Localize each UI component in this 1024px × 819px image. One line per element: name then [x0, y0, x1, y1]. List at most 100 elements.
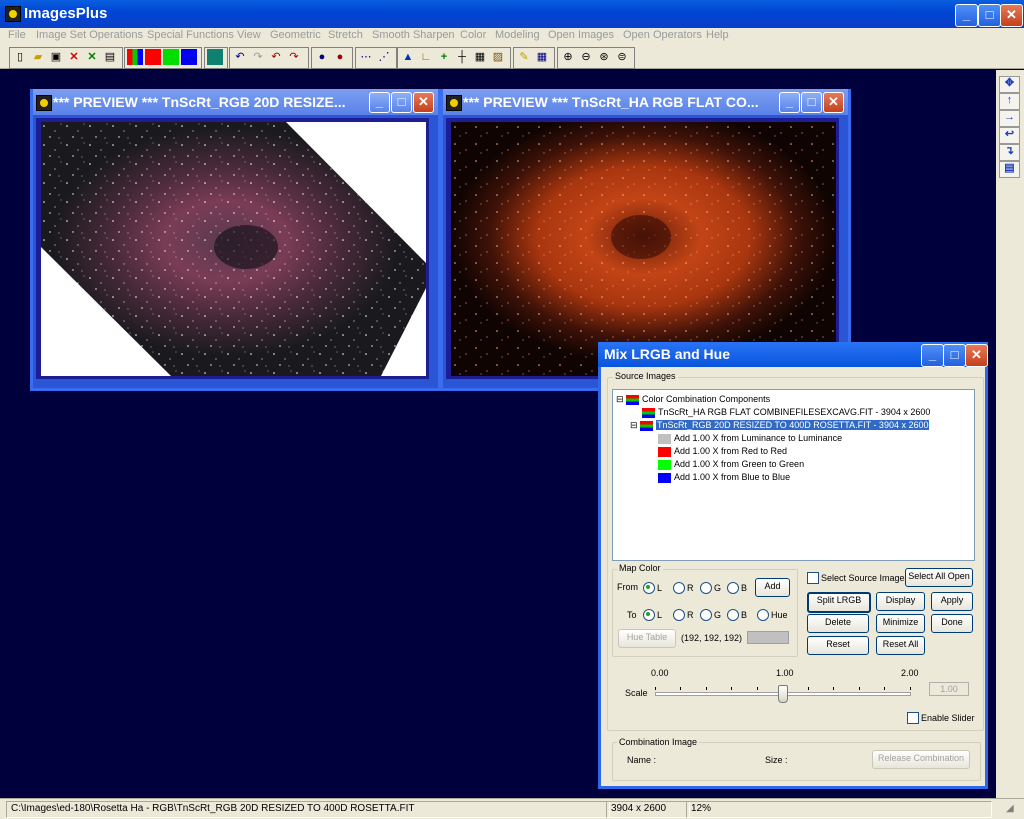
crosshair-icon[interactable]: + — [436, 49, 452, 65]
from-b-radio[interactable] — [727, 582, 739, 594]
mix-maximize-button[interactable]: □ — [943, 344, 966, 367]
menu-stretch[interactable]: Stretch — [328, 29, 363, 41]
display-button[interactable]: Display — [876, 592, 925, 611]
tree-item-ha[interactable]: TnScRt_HA RGB FLAT COMBINEFILESEXCAVG.FI… — [642, 407, 930, 418]
resize-grip-icon[interactable]: ◢ — [1006, 803, 1014, 814]
maximize-button[interactable]: □ — [978, 4, 1001, 27]
zoom-fit-icon[interactable]: ⊛ — [596, 49, 612, 65]
arrow-right-icon[interactable]: → — [999, 110, 1020, 127]
menu-open-images[interactable]: Open Images — [548, 29, 614, 41]
menu-help[interactable]: Help — [706, 29, 729, 41]
scale-value-input[interactable]: 1.00 — [929, 682, 969, 696]
apply-button[interactable]: Apply — [931, 592, 973, 611]
tree-child-blue[interactable]: Add 1.00 X from Blue to Blue — [658, 472, 790, 483]
pencil-icon[interactable]: ✎ — [516, 49, 532, 65]
tree-child-red[interactable]: Add 1.00 X from Red to Red — [658, 446, 787, 457]
preview-ha-maximize-button[interactable]: □ — [801, 92, 822, 113]
to-hue-radio[interactable] — [757, 609, 769, 621]
zoom-out-icon[interactable]: ⊖ — [578, 49, 594, 65]
from-l-radio[interactable] — [643, 582, 655, 594]
component-tree[interactable]: ⊟ Color Combination Components TnScRt_HA… — [612, 389, 975, 561]
blue-channel-icon[interactable] — [181, 49, 197, 65]
calculator-icon[interactable]: ▦ — [472, 49, 488, 65]
open-folder-icon[interactable]: ▰ — [30, 49, 46, 65]
mix-lrgb-dialog[interactable]: Mix LRGB and Hue _ □ ✕ Source Images ⊟ C… — [598, 342, 988, 789]
from-r-radio[interactable] — [673, 582, 685, 594]
to-l-radio[interactable] — [643, 609, 655, 621]
tree-child-green[interactable]: Add 1.00 X from Green to Green — [658, 459, 804, 470]
menu-image-set-operations[interactable]: Image Set Operations — [36, 29, 143, 41]
preview-window-rgb-titlebar[interactable]: *** PREVIEW *** TnScRt_RGB 20D RESIZE...… — [33, 89, 438, 115]
save-icon[interactable]: ▣ — [48, 49, 64, 65]
redo-icon[interactable]: ↷ — [250, 49, 266, 65]
reset-all-button[interactable]: Reset All — [876, 636, 925, 655]
menu-file[interactable]: File — [8, 29, 26, 41]
grid-icon[interactable] — [207, 49, 223, 65]
close-all-icon[interactable]: ✕ — [84, 49, 100, 65]
close-button[interactable]: ✕ — [1000, 4, 1023, 27]
to-g-radio[interactable] — [700, 609, 712, 621]
nebula-rgb-image[interactable] — [41, 122, 426, 376]
print-icon[interactable]: ▤ — [102, 49, 118, 65]
move-icon[interactable]: ┼ — [454, 49, 470, 65]
preview-rgb-close-button[interactable]: ✕ — [413, 92, 434, 113]
to-r-radio[interactable] — [673, 609, 685, 621]
mix-dialog-titlebar[interactable]: Mix LRGB and Hue _ □ ✕ — [598, 342, 988, 367]
from-g-radio[interactable] — [700, 582, 712, 594]
zoom-actual-icon[interactable]: ⊜ — [614, 49, 630, 65]
zoom-in-icon[interactable]: ⊕ — [560, 49, 576, 65]
arrow-back-icon[interactable]: ↩ — [999, 127, 1020, 144]
done-button[interactable]: Done — [931, 614, 973, 633]
arrow-down-icon[interactable]: ↴ — [999, 144, 1020, 161]
preview-window-rgb[interactable]: *** PREVIEW *** TnScRt_RGB 20D RESIZE...… — [30, 89, 441, 391]
menu-smooth-sharpen[interactable]: Smooth Sharpen — [372, 29, 455, 41]
red-channel-icon[interactable] — [145, 49, 161, 65]
green-channel-icon[interactable] — [163, 49, 179, 65]
preview-window-ha-titlebar[interactable]: *** PREVIEW *** TnScRt_HA RGB FLAT CO...… — [443, 89, 848, 115]
hue-table-button[interactable]: Hue Table — [618, 629, 676, 648]
preview-ha-minimize-button[interactable]: _ — [779, 92, 800, 113]
to-b-radio[interactable] — [727, 609, 739, 621]
menu-view[interactable]: View — [237, 29, 261, 41]
menu-color[interactable]: Color — [460, 29, 486, 41]
select-all-open-button[interactable]: Select All Open — [905, 568, 973, 587]
table-icon[interactable]: ▦ — [534, 49, 550, 65]
tree-child-luminance[interactable]: Add 1.00 X from Luminance to Luminance — [658, 433, 842, 444]
curves-icon[interactable]: ∟ — [418, 49, 434, 65]
minimize-dialog-button[interactable]: Minimize — [876, 614, 925, 633]
preview-rgb-minimize-button[interactable]: _ — [369, 92, 390, 113]
star-unmark-icon[interactable]: ● — [332, 49, 348, 65]
points-icon[interactable]: ⋰ — [376, 49, 392, 65]
scale-slider-thumb[interactable] — [778, 685, 788, 703]
arrow-up-icon[interactable]: ↑ — [999, 93, 1020, 110]
menu-special-functions[interactable]: Special Functions — [147, 29, 234, 41]
undo-icon[interactable]: ↶ — [232, 49, 248, 65]
mix-close-button[interactable]: ✕ — [965, 344, 988, 367]
mix-minimize-button[interactable]: _ — [921, 344, 944, 367]
nebula-ha-image[interactable] — [451, 122, 836, 376]
undo-all-icon[interactable]: ↶ — [268, 49, 284, 65]
window-list-icon[interactable]: ▤ — [999, 161, 1020, 178]
new-file-icon[interactable]: ▯ — [12, 49, 28, 65]
rgb-channel-icon[interactable] — [127, 49, 143, 65]
histogram-icon[interactable]: ▲ — [400, 49, 416, 65]
menu-geometric[interactable]: Geometric — [270, 29, 321, 41]
redo-all-icon[interactable]: ↷ — [286, 49, 302, 65]
menu-modeling[interactable]: Modeling — [495, 29, 540, 41]
dots-icon[interactable]: ⋯ — [358, 49, 374, 65]
menu-open-operators[interactable]: Open Operators — [623, 29, 702, 41]
add-button[interactable]: Add — [755, 578, 790, 597]
move-all-icon[interactable]: ✥ — [999, 76, 1020, 93]
delete-button[interactable]: Delete — [807, 614, 869, 633]
release-combination-button[interactable]: Release Combination — [872, 750, 970, 769]
preview-rgb-maximize-button[interactable]: □ — [391, 92, 412, 113]
image-icon[interactable]: ▨ — [490, 49, 506, 65]
split-lrgb-button[interactable]: Split LRGB — [807, 592, 871, 613]
tree-root[interactable]: ⊟ Color Combination Components — [616, 394, 770, 405]
tree-item-rgb[interactable]: ⊟ TnScRt_RGB 20D RESIZED TO 400D ROSETTA… — [630, 420, 930, 431]
enable-slider-checkbox[interactable] — [907, 712, 919, 724]
star-mark-icon[interactable]: ● — [314, 49, 330, 65]
minimize-button[interactable]: _ — [955, 4, 978, 27]
select-source-checkbox[interactable] — [807, 572, 819, 584]
reset-button[interactable]: Reset — [807, 636, 869, 655]
